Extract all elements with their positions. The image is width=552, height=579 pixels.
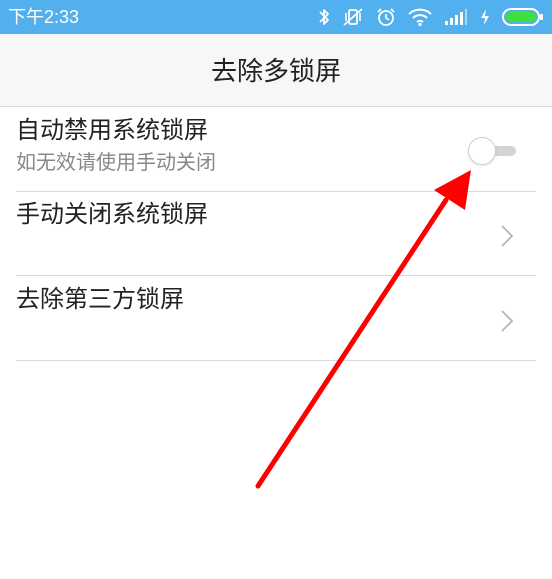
annotation-arrow — [255, 170, 471, 489]
arrow-shaft — [255, 197, 449, 489]
arrow-head — [434, 170, 471, 210]
